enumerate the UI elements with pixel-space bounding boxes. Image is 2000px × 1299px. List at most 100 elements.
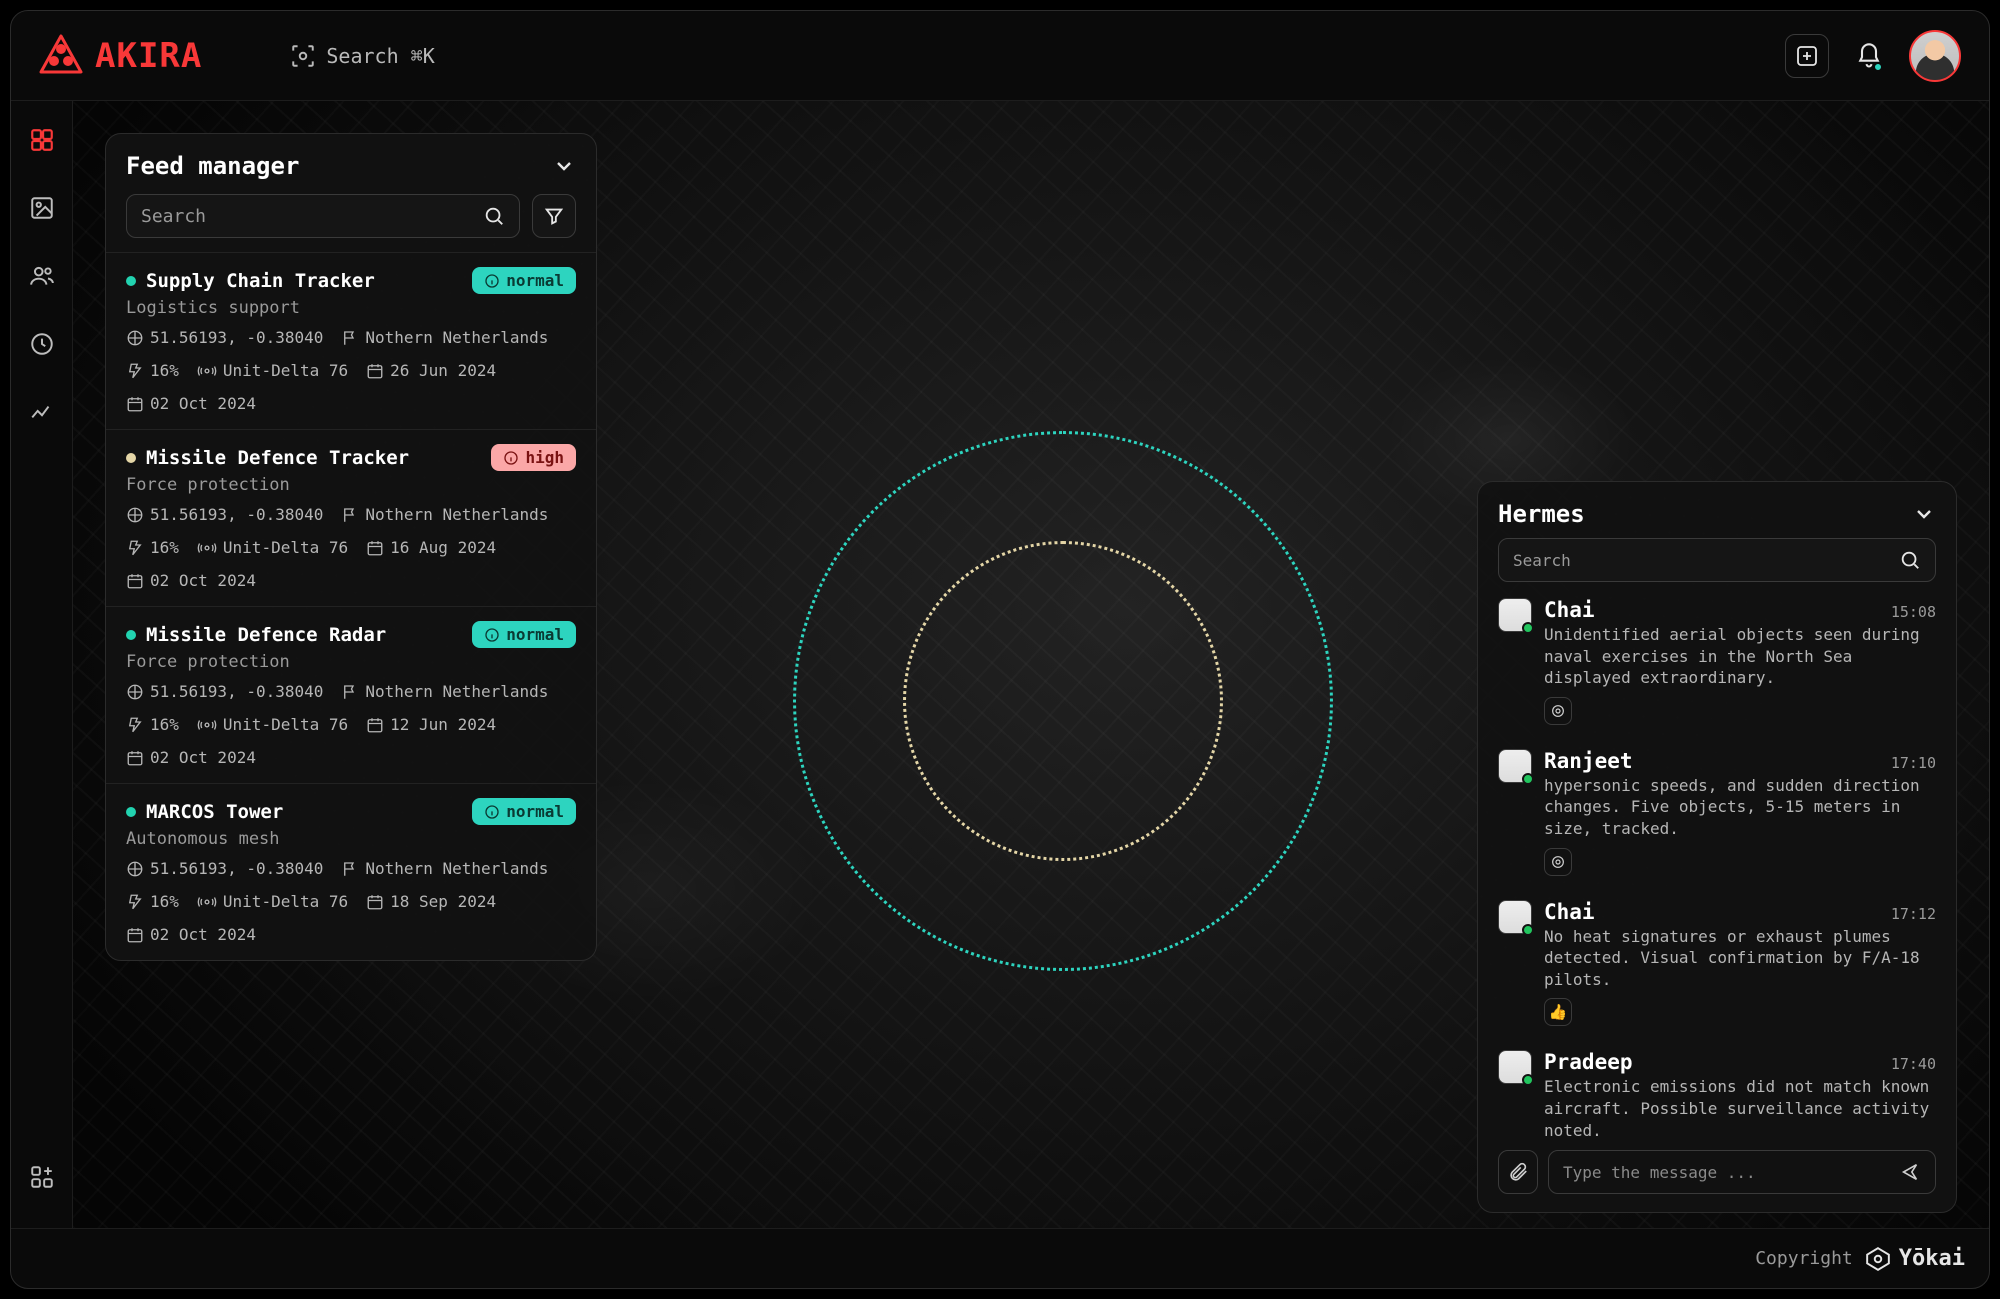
- yokai-logo-icon: [1865, 1246, 1891, 1272]
- attach-button[interactable]: [1498, 1150, 1538, 1194]
- left-rail: [11, 101, 73, 1228]
- chat-avatar: [1498, 749, 1532, 783]
- chat-text: Electronic emissions did not match known…: [1544, 1076, 1936, 1136]
- rail-apps[interactable]: [27, 1174, 57, 1204]
- topbar-actions: [1785, 30, 1961, 82]
- plus-square-icon: [1795, 44, 1819, 68]
- meta-power: 16%: [126, 892, 179, 911]
- feed-item-title: Missile Defence Tracker: [146, 447, 409, 469]
- meta-date-start: 16 Aug 2024: [366, 538, 496, 557]
- hermes-search-placeholder: Search: [1513, 551, 1571, 570]
- brand: AKIRA: [39, 34, 202, 78]
- chat-avatar: [1498, 1050, 1532, 1084]
- feed-manager-panel: Feed manager Search Supply Ch: [105, 133, 597, 961]
- chat-time: 17:10: [1891, 754, 1936, 772]
- avatar[interactable]: [1909, 30, 1961, 82]
- status-dot-icon: [126, 807, 136, 817]
- meta-date-end: 02 Oct 2024: [126, 571, 256, 590]
- meta-date-end: 02 Oct 2024: [126, 748, 256, 767]
- chart-line-icon: [29, 399, 55, 425]
- brand-logo-icon: [39, 34, 83, 78]
- chat-sender: Chai: [1544, 900, 1595, 924]
- presence-dot-icon: [1522, 622, 1534, 634]
- send-icon[interactable]: [1899, 1161, 1921, 1183]
- chat-time: 17:12: [1891, 905, 1936, 923]
- feed-search-input[interactable]: Search: [126, 194, 520, 238]
- zone-ring-inner: [903, 541, 1223, 861]
- status-badge: normal: [472, 267, 576, 294]
- presence-dot-icon: [1522, 924, 1534, 936]
- feed-item-subtitle: Autonomous mesh: [126, 829, 576, 849]
- main-canvas[interactable]: Feed manager Search Supply Ch: [73, 101, 1989, 1228]
- status-dot-icon: [126, 276, 136, 286]
- rail-sync[interactable]: [27, 329, 57, 359]
- feed-filter-button[interactable]: [532, 194, 576, 238]
- status-badge: normal: [472, 621, 576, 648]
- meta-coords: 51.56193, -0.38040: [126, 859, 323, 878]
- feed-search-placeholder: Search: [141, 206, 206, 227]
- reaction-button[interactable]: 👍: [1544, 998, 1572, 1026]
- footer: Copyright Yōkai: [11, 1228, 1989, 1288]
- new-button[interactable]: [1785, 34, 1829, 78]
- image-icon: [29, 195, 55, 221]
- chat-time: 15:08: [1891, 603, 1936, 621]
- global-search[interactable]: Search ⌘K: [290, 43, 434, 69]
- meta-region: Nothern Netherlands: [341, 505, 548, 524]
- chat-text: hypersonic speeds, and sudden direction …: [1544, 775, 1936, 840]
- feed-item-subtitle: Force protection: [126, 475, 576, 495]
- feed-item-title: MARCOS Tower: [146, 801, 283, 823]
- chat-message[interactable]: Chai 15:08 Unidentified aerial objects s…: [1498, 598, 1936, 725]
- global-search-label: Search ⌘K: [326, 44, 434, 68]
- chevron-down-icon[interactable]: [1912, 502, 1936, 526]
- chat-time: 17:40: [1891, 1055, 1936, 1073]
- chat-sender: Chai: [1544, 598, 1595, 622]
- meta-region: Nothern Netherlands: [341, 328, 548, 347]
- meta-date-end: 02 Oct 2024: [126, 394, 256, 413]
- feed-item[interactable]: Supply Chain Tracker normal Logistics su…: [106, 252, 596, 429]
- meta-coords: 51.56193, -0.38040: [126, 328, 323, 347]
- meta-unit: Unit-Delta 76: [197, 361, 348, 380]
- notifications-button[interactable]: [1853, 40, 1885, 72]
- meta-unit: Unit-Delta 76: [197, 892, 348, 911]
- status-dot-icon: [126, 630, 136, 640]
- rail-dashboard[interactable]: [27, 125, 57, 155]
- vendor-badge: Yōkai: [1865, 1246, 1965, 1272]
- chat-message[interactable]: Chai 17:12 No heat signatures or exhaust…: [1498, 900, 1936, 1027]
- chevron-down-icon[interactable]: [552, 154, 576, 178]
- feed-item[interactable]: Missile Defence Radar normal Force prote…: [106, 606, 596, 783]
- rail-team[interactable]: [27, 261, 57, 291]
- chat-text: Unidentified aerial objects seen during …: [1544, 624, 1936, 689]
- feed-item[interactable]: Missile Defence Tracker high Force prote…: [106, 429, 596, 606]
- feed-manager-title: Feed manager: [126, 152, 299, 180]
- meta-power: 16%: [126, 538, 179, 557]
- meta-coords: 51.56193, -0.38040: [126, 682, 323, 701]
- hermes-panel: Hermes Search Chai 15:08 Unidentified ae…: [1477, 481, 1957, 1213]
- chat-avatar: [1498, 598, 1532, 632]
- feed-item-subtitle: Logistics support: [126, 298, 576, 318]
- status-badge: normal: [472, 798, 576, 825]
- notification-dot-icon: [1873, 62, 1883, 72]
- feed-item-title: Supply Chain Tracker: [146, 270, 375, 292]
- feed-item-title: Missile Defence Radar: [146, 624, 386, 646]
- rail-analytics[interactable]: [27, 397, 57, 427]
- compose-placeholder: Type the message ...: [1563, 1163, 1756, 1182]
- paperclip-icon: [1507, 1161, 1529, 1183]
- hermes-search-input[interactable]: Search: [1498, 538, 1936, 582]
- reaction-button[interactable]: [1544, 697, 1572, 725]
- meta-date-start: 18 Sep 2024: [366, 892, 496, 911]
- feed-item[interactable]: MARCOS Tower normal Autonomous mesh 51.5…: [106, 783, 596, 960]
- chat-avatar: [1498, 900, 1532, 934]
- users-icon: [29, 263, 55, 289]
- compose-input[interactable]: Type the message ...: [1548, 1150, 1936, 1194]
- meta-unit: Unit-Delta 76: [197, 715, 348, 734]
- reaction-button[interactable]: [1544, 848, 1572, 876]
- chat-message[interactable]: Pradeep 17:40 Electronic emissions did n…: [1498, 1050, 1936, 1136]
- meta-unit: Unit-Delta 76: [197, 538, 348, 557]
- grid-icon: [29, 127, 55, 153]
- search-icon: [483, 205, 505, 227]
- rail-image[interactable]: [27, 193, 57, 223]
- meta-region: Nothern Netherlands: [341, 682, 548, 701]
- chat-message[interactable]: Ranjeet 17:10 hypersonic speeds, and sud…: [1498, 749, 1936, 876]
- filter-icon: [543, 205, 565, 227]
- hermes-title: Hermes: [1498, 500, 1585, 528]
